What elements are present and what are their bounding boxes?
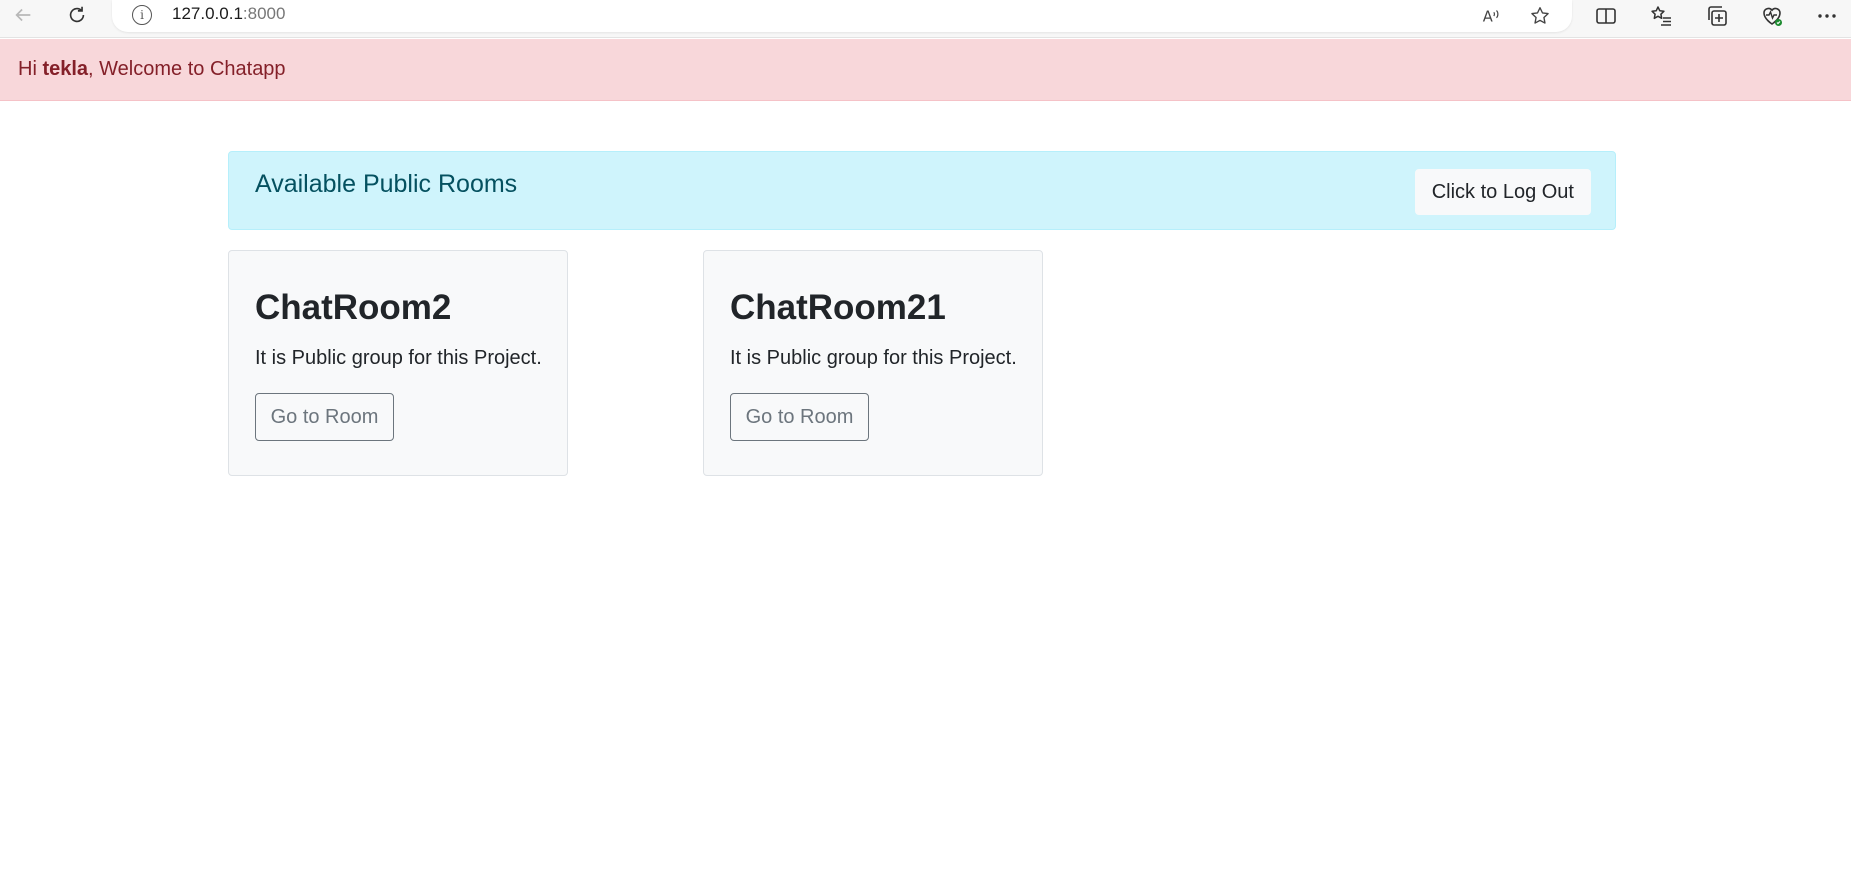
browser-essentials-button[interactable] xyxy=(1758,2,1786,30)
room-description: It is Public group for this Project. xyxy=(730,347,1017,369)
room-name: ChatRoom21 xyxy=(730,288,946,327)
read-aloud-glyph: A xyxy=(1483,9,1493,26)
favorite-star-icon xyxy=(1531,7,1549,24)
url-host: 127.0.0.1 xyxy=(172,4,243,23)
back-button[interactable] xyxy=(8,0,38,30)
rooms-title: Available Public Rooms xyxy=(255,170,518,198)
collections-button[interactable] xyxy=(1703,2,1731,30)
refresh-button[interactable] xyxy=(62,0,92,30)
read-aloud-icon: A xyxy=(1483,9,1499,26)
logout-button[interactable]: Click to Log Out xyxy=(1414,169,1591,215)
split-screen-icon xyxy=(1596,8,1616,24)
url-port: :8000 xyxy=(242,4,286,23)
room-description: It is Public group for this Project. xyxy=(255,347,542,369)
more-menu-icon xyxy=(1818,14,1836,18)
room-card: ChatRoom21 It is Public group for this P… xyxy=(703,250,1043,476)
room-name: ChatRoom2 xyxy=(255,288,452,327)
url-text[interactable]: 127.0.0.1:8000 xyxy=(172,4,285,24)
favorites-list-icon xyxy=(1651,6,1671,26)
favorite-button[interactable] xyxy=(1527,3,1553,29)
room-card: ChatRoom2 It is Public group for this Pr… xyxy=(228,250,568,476)
rooms-header: Available Public Rooms Click to Log Out xyxy=(228,151,1616,230)
go-to-room-button[interactable]: Go to Room xyxy=(255,393,394,441)
refresh-icon xyxy=(69,6,85,23)
back-arrow-icon xyxy=(15,8,31,22)
collections-icon xyxy=(1708,6,1727,26)
favorites-button[interactable] xyxy=(1647,2,1675,30)
welcome-suffix: , Welcome to Chatapp xyxy=(88,58,286,80)
split-screen-button[interactable] xyxy=(1592,2,1620,30)
welcome-prefix: Hi xyxy=(18,58,43,80)
read-aloud-button[interactable]: A xyxy=(1478,3,1504,29)
welcome-alert: Hi tekla, Welcome to Chatapp xyxy=(0,39,1851,101)
browser-essentials-icon xyxy=(1763,7,1782,26)
go-to-room-button[interactable]: Go to Room xyxy=(730,393,869,441)
info-icon[interactable]: i xyxy=(132,5,152,25)
browser-toolbar: i 127.0.0.1:8000 A xyxy=(0,0,1851,38)
address-bar[interactable]: i 127.0.0.1:8000 A xyxy=(112,0,1572,32)
welcome-username: tekla xyxy=(42,58,89,80)
more-menu-button[interactable] xyxy=(1813,2,1841,30)
